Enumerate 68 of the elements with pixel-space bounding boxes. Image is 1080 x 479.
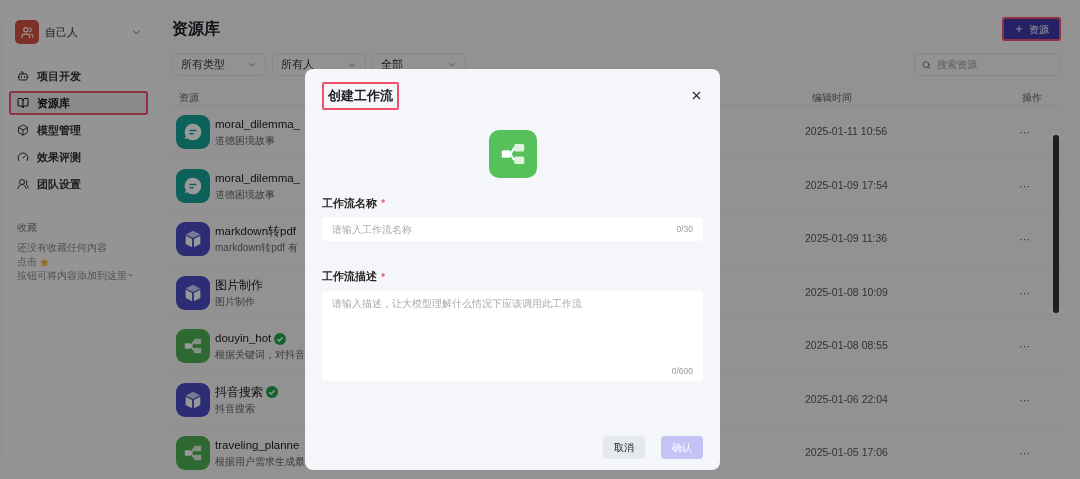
cube-icon [17, 124, 29, 136]
name-input-field[interactable]: 请输入工作流名称 [332, 221, 677, 237]
description-field[interactable]: 请输入描述，让大模型理解什么情况下应该调用此工作流 0/600 [322, 291, 703, 381]
column-header: 资源 [179, 91, 199, 105]
cube-icon [176, 222, 210, 257]
book-icon [17, 97, 29, 109]
nav-item[interactable]: 效果评测 [9, 145, 148, 169]
required-mark: * [381, 197, 386, 209]
dialog-title: 创建工作流 [322, 82, 399, 110]
chat-icon [176, 168, 210, 203]
nav-item[interactable]: 团队设置 [9, 172, 148, 196]
bot-icon [17, 70, 29, 82]
more-button[interactable]: ··· [1019, 445, 1030, 462]
column-header: 编辑时间 [812, 91, 852, 105]
resource-name: moral_dilemma_ [215, 170, 300, 186]
description-input-field[interactable]: 请输入描述，让大模型理解什么情况下应该调用此工作流 [332, 296, 693, 366]
resource-description: 抖音搜索 [215, 401, 256, 416]
edit-time: 2025-01-08 08:55 [805, 338, 889, 354]
more-button[interactable]: ··· [1019, 284, 1030, 301]
edit-time: 2025-01-05 17:06 [805, 445, 889, 461]
more-button[interactable]: ··· [1019, 338, 1030, 355]
resource-description: 根据关键词，对抖音 [215, 348, 305, 363]
add-resource-button[interactable]: 资源 [1002, 17, 1061, 41]
scrollbar[interactable] [1053, 135, 1059, 313]
cancel-button[interactable]: 取消 [603, 436, 645, 459]
character-count: 0/600 [671, 365, 693, 378]
resource-name: 抖音搜索 [215, 384, 263, 400]
people-icon [17, 178, 29, 190]
more-button[interactable]: ··· [1019, 231, 1030, 248]
people-icon [20, 25, 34, 39]
required-mark: * [381, 271, 386, 283]
resource-name: markdown转pdf [215, 224, 297, 240]
resource-description: 道德困境故事 [215, 187, 276, 202]
resource-description: 道德困境故事 [215, 134, 276, 149]
resource-name: traveling_planne [215, 438, 300, 454]
edit-time: 2025-01-06 22:04 [805, 391, 889, 407]
edit-time: 2025-01-11 10:56 [805, 124, 889, 140]
chat-icon [176, 115, 210, 150]
favorites-title: 收藏 [17, 221, 38, 235]
search-icon [922, 59, 931, 70]
cube-icon [176, 275, 210, 310]
edit-time: 2025-01-09 17:54 [805, 177, 889, 193]
field-label: 工作流描述 [322, 269, 377, 285]
team-selector[interactable]: 自己人 [9, 20, 148, 44]
resource-description: 根据用户需求生成最 [215, 455, 305, 470]
nav-item[interactable]: 资源库 [9, 91, 148, 115]
edit-time: 2025-01-09 11:36 [805, 231, 889, 247]
plus-icon [1014, 24, 1024, 34]
resource-name: moral_dilemma_ [215, 117, 300, 133]
resource-description: markdown转pdf 有 [215, 241, 298, 256]
star-icon [40, 257, 49, 267]
page-title: 资源库 [172, 19, 220, 39]
nav-item[interactable]: 模型管理 [9, 118, 148, 142]
resource-name: douyin_hot [215, 331, 272, 347]
character-count: 0/30 [676, 222, 693, 236]
resource-description: 图片制作 [215, 294, 256, 309]
column-header: 操作 [1022, 91, 1042, 105]
field-label: 工作流名称 [322, 195, 377, 211]
more-button[interactable]: ··· [1019, 391, 1030, 408]
more-button[interactable]: ··· [1019, 124, 1030, 141]
cube-icon [176, 382, 210, 417]
gauge-icon [17, 151, 29, 163]
filter-dropdown[interactable]: 所有类型 [172, 53, 266, 76]
nav-item[interactable]: 项目开发 [9, 64, 148, 88]
more-button[interactable]: ··· [1019, 177, 1030, 194]
edit-time: 2025-01-08 10:09 [805, 284, 889, 300]
resource-name: 图片制作 [215, 277, 263, 293]
name-field[interactable]: 请输入工作流名称 0/30 [322, 217, 703, 242]
